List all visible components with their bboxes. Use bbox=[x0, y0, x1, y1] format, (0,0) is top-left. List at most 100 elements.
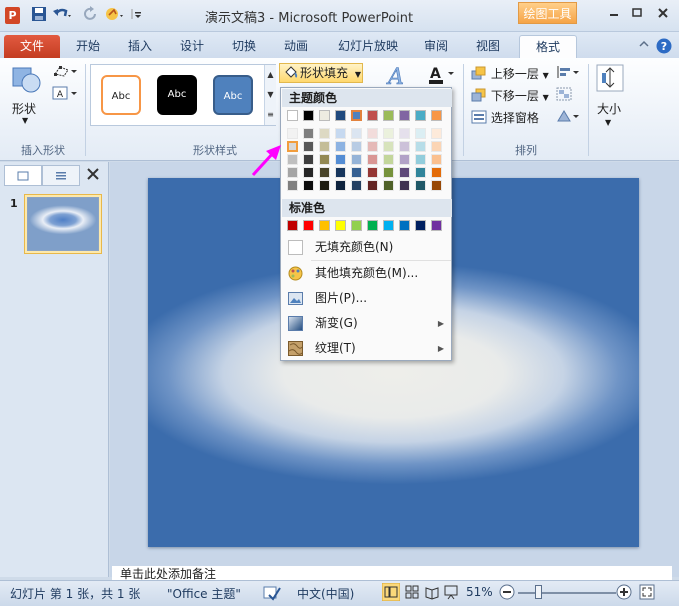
texture-fill-menu-item[interactable]: 纹理(T) ▶ bbox=[282, 337, 452, 360]
theme-color-shade-swatch[interactable] bbox=[415, 167, 426, 178]
gallery-more-icon[interactable]: ≡ bbox=[264, 105, 276, 125]
theme-color-shade-swatch[interactable] bbox=[335, 128, 346, 139]
theme-color-shade-swatch[interactable] bbox=[287, 128, 298, 139]
theme-color-shade-swatch[interactable] bbox=[351, 128, 362, 139]
size-icon[interactable] bbox=[596, 64, 624, 95]
standard-color-swatch[interactable] bbox=[367, 220, 378, 231]
undo-icon[interactable] bbox=[52, 6, 74, 28]
gradient-fill-menu-item[interactable]: 渐变(G) ▶ bbox=[282, 312, 452, 335]
theme-color-shade-swatch[interactable] bbox=[415, 128, 426, 139]
size-button[interactable]: 大小 bbox=[597, 100, 621, 117]
slide-sorter-view-icon[interactable] bbox=[404, 584, 420, 603]
tab-transitions[interactable]: 切换 bbox=[220, 35, 268, 58]
theme-color-shade-swatch[interactable] bbox=[431, 180, 442, 191]
theme-color-shade-swatch[interactable] bbox=[319, 141, 330, 152]
theme-color-shade-swatch[interactable] bbox=[303, 128, 314, 139]
customize-qat-icon[interactable] bbox=[131, 6, 141, 28]
theme-color-swatch[interactable] bbox=[399, 110, 410, 121]
theme-color-shade-swatch[interactable] bbox=[383, 128, 394, 139]
theme-color-shade-swatch[interactable] bbox=[351, 154, 362, 165]
help-icon[interactable]: ? bbox=[655, 35, 673, 58]
close-pane-icon[interactable] bbox=[86, 167, 100, 184]
standard-color-swatch[interactable] bbox=[351, 220, 362, 231]
edit-shape-icon[interactable] bbox=[52, 64, 78, 81]
theme-color-shade-swatch[interactable] bbox=[415, 154, 426, 165]
picture-fill-menu-item[interactable]: 图片(P)... bbox=[282, 287, 452, 310]
selection-pane-button[interactable]: 选择窗格 bbox=[471, 109, 539, 126]
slide-thumbnail[interactable] bbox=[24, 194, 102, 254]
standard-color-swatch[interactable] bbox=[431, 220, 442, 231]
send-backward-button[interactable]: 下移一层 ▼ bbox=[471, 87, 549, 104]
theme-color-shade-swatch[interactable] bbox=[367, 141, 378, 152]
theme-color-shade-swatch[interactable] bbox=[303, 154, 314, 165]
theme-color-swatch[interactable] bbox=[415, 110, 426, 121]
tab-animations[interactable]: 动画 bbox=[272, 35, 320, 58]
text-fill-icon[interactable]: A bbox=[428, 64, 456, 89]
gallery-scroll-up-icon[interactable]: ▲ bbox=[264, 65, 276, 85]
theme-color-shade-swatch[interactable] bbox=[431, 167, 442, 178]
theme-color-swatch[interactable] bbox=[335, 110, 346, 121]
tab-slideshow[interactable]: 幻灯片放映 bbox=[330, 35, 406, 58]
standard-color-swatch[interactable] bbox=[399, 220, 410, 231]
slideshow-view-icon[interactable] bbox=[443, 584, 459, 603]
theme-color-shade-swatch[interactable] bbox=[319, 167, 330, 178]
theme-color-shade-swatch[interactable] bbox=[431, 141, 442, 152]
close-icon[interactable] bbox=[652, 6, 674, 24]
reading-view-icon[interactable] bbox=[424, 584, 440, 603]
theme-color-shade-swatch[interactable] bbox=[399, 167, 410, 178]
shapes-dropdown-icon[interactable]: ▼ bbox=[22, 116, 28, 125]
theme-color-shade-swatch[interactable] bbox=[399, 141, 410, 152]
standard-color-swatch[interactable] bbox=[319, 220, 330, 231]
outline-tab[interactable] bbox=[42, 165, 80, 186]
tab-file[interactable]: 文件 bbox=[4, 35, 60, 58]
theme-color-shade-swatch[interactable] bbox=[431, 128, 442, 139]
tab-view[interactable]: 视图 bbox=[464, 35, 512, 58]
minimize-icon[interactable] bbox=[603, 6, 625, 24]
language[interactable]: 中文(中国) bbox=[297, 585, 354, 602]
theme-color-shade-swatch[interactable] bbox=[319, 154, 330, 165]
theme-color-shade-swatch[interactable] bbox=[335, 154, 346, 165]
shape-style-orange-outline[interactable]: Abc bbox=[101, 75, 141, 115]
normal-view-icon[interactable] bbox=[381, 582, 401, 604]
theme-color-shade-swatch[interactable] bbox=[319, 128, 330, 139]
tab-insert[interactable]: 插入 bbox=[116, 35, 164, 58]
tab-review[interactable]: 审阅 bbox=[412, 35, 460, 58]
rotate-icon[interactable] bbox=[556, 109, 580, 126]
standard-color-swatch[interactable] bbox=[287, 220, 298, 231]
no-fill-menu-item[interactable]: 无填充颜色(N) bbox=[282, 236, 452, 259]
slides-tab[interactable] bbox=[4, 165, 42, 186]
size-dropdown-icon[interactable]: ▼ bbox=[605, 118, 611, 127]
theme-color-swatch[interactable] bbox=[351, 110, 362, 121]
shape-style-blue[interactable]: Abc bbox=[213, 75, 253, 115]
standard-color-swatch[interactable] bbox=[303, 220, 314, 231]
theme-color-swatch[interactable] bbox=[367, 110, 378, 121]
touch-mode-icon[interactable] bbox=[104, 6, 126, 28]
theme-color-shade-swatch[interactable] bbox=[287, 141, 298, 152]
theme-color-shade-swatch[interactable] bbox=[367, 167, 378, 178]
gallery-scroll-down-icon[interactable]: ▼ bbox=[264, 85, 276, 105]
theme-color-swatch[interactable] bbox=[287, 110, 298, 121]
tab-design[interactable]: 设计 bbox=[168, 35, 216, 58]
more-fill-colors-menu-item[interactable]: 其他填充颜色(M)... bbox=[282, 262, 452, 285]
theme-color-swatch[interactable] bbox=[303, 110, 314, 121]
theme-color-swatch[interactable] bbox=[319, 110, 330, 121]
theme-color-shade-swatch[interactable] bbox=[367, 154, 378, 165]
theme-color-shade-swatch[interactable] bbox=[383, 154, 394, 165]
theme-color-shade-swatch[interactable] bbox=[351, 180, 362, 191]
zoom-slider-track[interactable] bbox=[518, 592, 616, 594]
theme-color-shade-swatch[interactable] bbox=[367, 180, 378, 191]
theme-color-shade-swatch[interactable] bbox=[287, 180, 298, 191]
theme-color-shade-swatch[interactable] bbox=[399, 180, 410, 191]
theme-color-shade-swatch[interactable] bbox=[383, 180, 394, 191]
fit-to-window-icon[interactable] bbox=[639, 584, 655, 603]
minimize-ribbon-icon[interactable] bbox=[636, 35, 652, 58]
theme-color-shade-swatch[interactable] bbox=[431, 154, 442, 165]
standard-color-swatch[interactable] bbox=[335, 220, 346, 231]
theme-color-shade-swatch[interactable] bbox=[335, 141, 346, 152]
theme-color-shade-swatch[interactable] bbox=[351, 141, 362, 152]
zoom-out-icon[interactable] bbox=[499, 584, 515, 603]
theme-color-shade-swatch[interactable] bbox=[303, 167, 314, 178]
text-box-icon[interactable]: A bbox=[52, 86, 78, 103]
spell-check-icon[interactable] bbox=[263, 585, 281, 604]
standard-color-swatch[interactable] bbox=[383, 220, 394, 231]
